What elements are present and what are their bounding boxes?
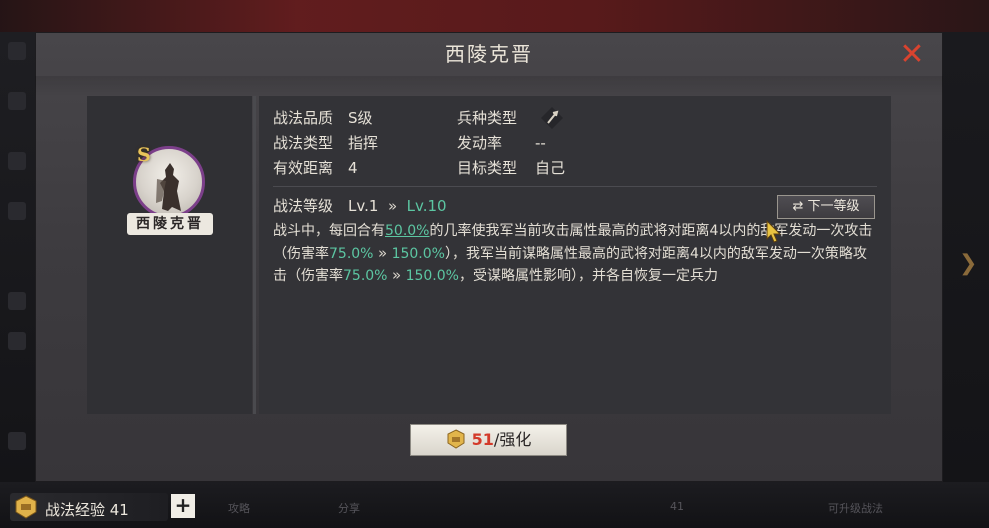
range-value: 4 [348, 159, 358, 177]
max-level: Lv.10 [406, 197, 447, 215]
chance-value[interactable]: 50.0% [385, 223, 429, 239]
enhance-button[interactable]: 51/强化 [410, 424, 567, 456]
damage2-from: 75.0% [343, 268, 388, 284]
level-arrow-icon: » [387, 197, 398, 215]
background-left-menu [0, 32, 36, 482]
tactic-level-label: 战法等级 [273, 197, 334, 215]
range-label: 有效距离 [273, 159, 334, 177]
target-type-label: 目标类型 [457, 159, 518, 177]
damage1-to: 150.0% [391, 245, 445, 262]
enhance-count: 51 [471, 430, 494, 449]
tactic-info-panel: 战法品质 S级 兵种类型 战法类型 指挥 发动率 -- 有效距离 4 目标类型 … [259, 96, 891, 414]
tactic-exp-label: 战法经验 41 [45, 501, 129, 519]
close-icon[interactable]: ✕ [895, 38, 929, 72]
tactic-card-panel: S 西陵克晋 [87, 96, 252, 414]
upgradable-dim-label: 可升级战法 [828, 502, 883, 515]
rank-badge: S [137, 144, 151, 166]
tactic-type-label: 战法类型 [273, 134, 334, 152]
target-type-value: 自己 [535, 159, 566, 177]
trigger-rate-label: 发动率 [457, 134, 503, 152]
modal-title: 西陵克晋 [445, 42, 533, 66]
damage2-to: 150.0% [405, 268, 459, 284]
warrior-silhouette-icon [156, 163, 181, 211]
next-level-button[interactable]: ⇄ 下一等级 [777, 195, 875, 219]
next-level-button-label: 下一等级 [807, 199, 860, 214]
panel-divider [253, 96, 256, 414]
damage1-from: 75.0% [329, 245, 374, 262]
tactic-level-row: Lv.1 » Lv.10 [348, 196, 447, 216]
share-dim-label: 分享 [338, 502, 360, 515]
tactic-description: 战斗中，每回合有50.0%的几率使我军当前攻击属性最高的武将对距离4以内的敌军发… [273, 221, 877, 288]
trigger-rate-value: -- [535, 134, 546, 152]
tactic-type-value: 指挥 [348, 134, 379, 152]
background-right-panel: ❯ [943, 32, 989, 482]
desc-text-4: ，受谋略属性影响），并各自恢复一定兵力 [458, 268, 718, 284]
info-divider [273, 186, 877, 187]
dim-count: 41 [670, 500, 684, 513]
enhance-label: /强化 [493, 430, 532, 449]
current-level: Lv.1 [348, 197, 379, 215]
add-exp-button[interactable]: + [171, 494, 195, 518]
guide-dim-label: 攻略 [228, 502, 250, 515]
quality-label: 战法品质 [273, 109, 334, 127]
next-page-arrow-icon: ❯ [959, 251, 978, 276]
title-divider [35, 76, 943, 96]
fist-scroll-icon [447, 429, 465, 449]
swap-arrows-icon: ⇄ [792, 199, 804, 214]
tactic-name-plate: 西陵克晋 [127, 213, 213, 235]
desc-text-1: 战斗中，每回合有 [273, 223, 385, 239]
background-top-bar [0, 0, 989, 32]
damage2-arrow: » [391, 266, 402, 284]
mouse-cursor-icon [766, 220, 782, 243]
troop-type-icon [541, 107, 563, 129]
troop-type-label: 兵种类型 [457, 109, 518, 127]
tactic-exp-icon [15, 495, 37, 519]
damage1-arrow: » [377, 243, 388, 262]
quality-value: S级 [348, 109, 373, 127]
tactic-detail-modal: 西陵克晋 ✕ S 西陵克晋 战法品质 S级 兵种类型 战法类型 指挥 发动率 -… [35, 32, 943, 482]
